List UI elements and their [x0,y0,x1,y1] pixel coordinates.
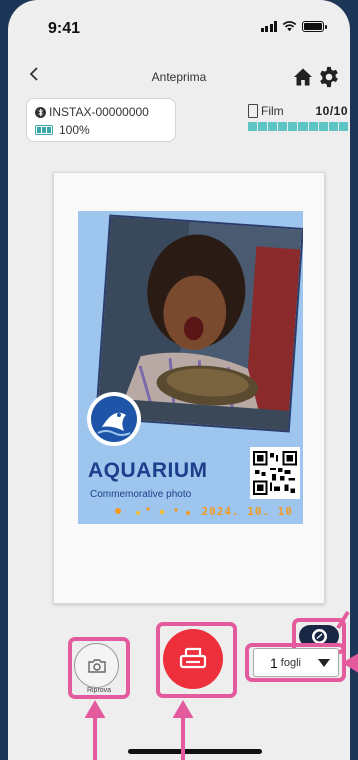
film-status: Film 10/10 [248,104,348,131]
gear-icon[interactable] [318,66,340,88]
home-indicator [128,749,262,754]
print-date: 2024. 10. 10 [201,505,293,518]
device-battery: 100% [59,123,90,137]
device-name: INSTAX-00000000 [49,105,149,119]
status-time: 9:41 [48,20,81,37]
film-remaining-bar [248,122,348,131]
print-title: AQUARIUM [88,459,208,482]
film-label: Film [261,104,284,118]
highlight-retake [68,637,130,699]
template-frame: AQUARIUM Commemorative photo 2024. 10. 1… [78,211,303,524]
status-icons [260,21,327,32]
qr-code [250,447,300,499]
aquarium-logo-badge [87,392,141,446]
highlight-print [156,622,237,698]
film-count: 10/10 [315,104,348,118]
decorative-dots [115,507,190,515]
bluetooth-icon [35,106,46,118]
print-subtitle: Commemorative photo [90,489,192,500]
print-preview[interactable]: AQUARIUM Commemorative photo 2024. 10. 1… [53,172,325,604]
film-icon [248,104,258,118]
battery-status-icon [302,21,327,32]
home-icon[interactable] [293,67,313,87]
phone-screen: 9:41 Anteprima INSTAX-00000000 100% Film… [8,0,350,760]
signal-icon [260,21,277,32]
device-status-card[interactable]: INSTAX-00000000 100% [26,98,176,142]
highlight-copies [245,643,346,682]
wifi-icon [282,21,297,32]
battery-icon [35,125,53,135]
